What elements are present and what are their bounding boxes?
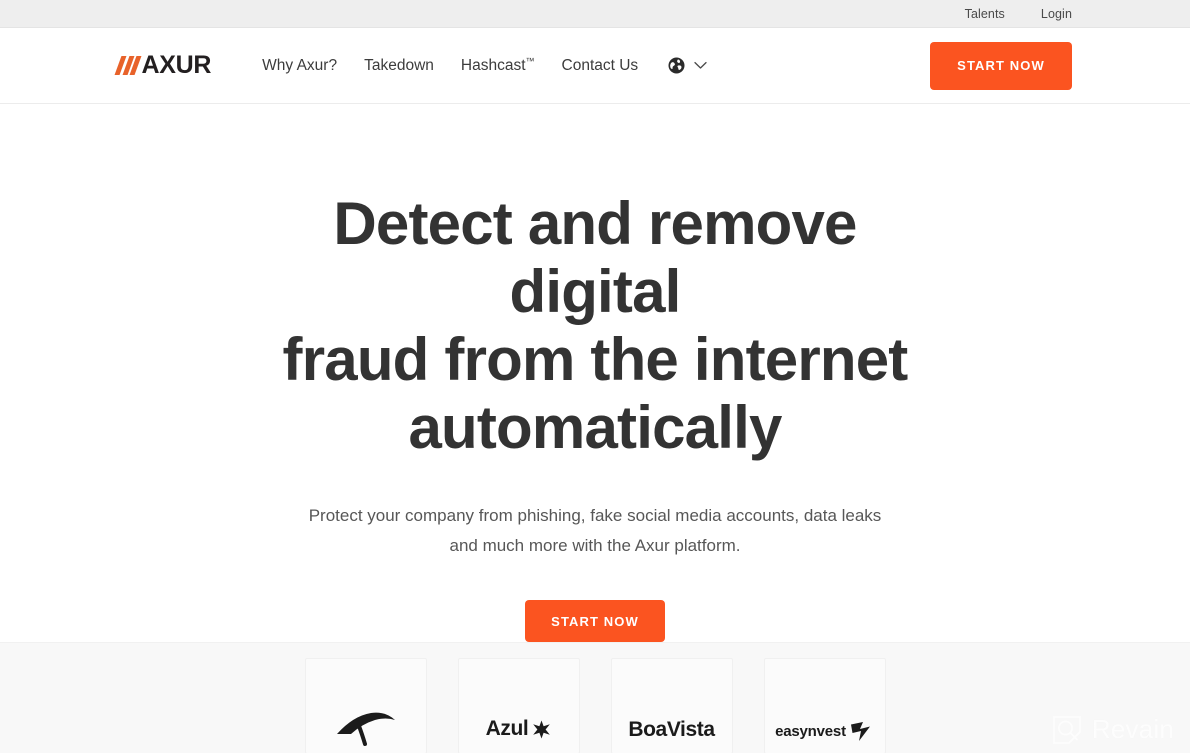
partner-label-boavista: BoaVista (628, 718, 715, 741)
partner-logo-strip: Azul BoaVista easynvest Revain (0, 642, 1190, 753)
nav-item-hashcast-label: Hashcast (460, 57, 526, 75)
partner-logo-card-bird[interactable] (304, 658, 427, 753)
nav-item-why-axur[interactable]: Why Axur? (262, 57, 337, 75)
easynvest-mark-icon (850, 721, 870, 741)
bird-mark-icon (336, 712, 395, 746)
top-utility-bar: Talents Login (0, 0, 1190, 28)
azul-mark-icon (533, 720, 551, 738)
nav-item-contact-us[interactable]: Contact Us (562, 57, 639, 75)
partner-logo-card-easynvest[interactable]: easynvest (763, 658, 886, 753)
globe-icon (668, 57, 685, 74)
hero-section: Detect and remove digital fraud from the… (0, 104, 1190, 642)
hero-start-now-button[interactable]: START NOW (525, 600, 665, 642)
page-title: Detect and remove digital fraud from the… (265, 190, 925, 462)
hero-subtitle: Protect your company from phishing, fake… (308, 506, 882, 555)
hero-title-line-2: fraud from the internet (282, 326, 909, 393)
trademark-symbol: ™ (525, 55, 535, 66)
hero-title-line-1: Detect and remove digital (333, 190, 857, 325)
logo-text: AXUR (141, 51, 212, 79)
slashes-icon (114, 56, 142, 75)
partner-label-azul: Azul (485, 717, 529, 740)
topbar-link-talents[interactable]: Talents (965, 7, 1005, 21)
language-selector[interactable] (668, 57, 707, 74)
partner-logo-card-boavista[interactable]: BoaVista (610, 658, 733, 753)
chevron-down-icon (694, 61, 707, 69)
topbar-link-login[interactable]: Login (1041, 7, 1072, 21)
nav-item-hashcast[interactable]: Hashcast™ (461, 56, 535, 75)
revain-watermark-label: Revain (1091, 714, 1174, 744)
main-navigation: Why Axur? Takedown Hashcast™ Contact Us (262, 56, 707, 75)
hero-title-line-3: automatically (408, 394, 782, 461)
header-start-now-button[interactable]: START NOW (930, 41, 1072, 90)
site-header: AXUR Why Axur? Takedown Hashcast™ Contac… (0, 28, 1190, 104)
partner-label-easynvest: easynvest (775, 722, 846, 740)
partner-logo-card-azul[interactable]: Azul (457, 658, 580, 753)
revain-logo-icon (1053, 715, 1081, 744)
revain-watermark: Revain (1052, 714, 1174, 745)
nav-item-takedown[interactable]: Takedown (364, 57, 434, 75)
axur-logo[interactable]: AXUR (114, 51, 212, 80)
